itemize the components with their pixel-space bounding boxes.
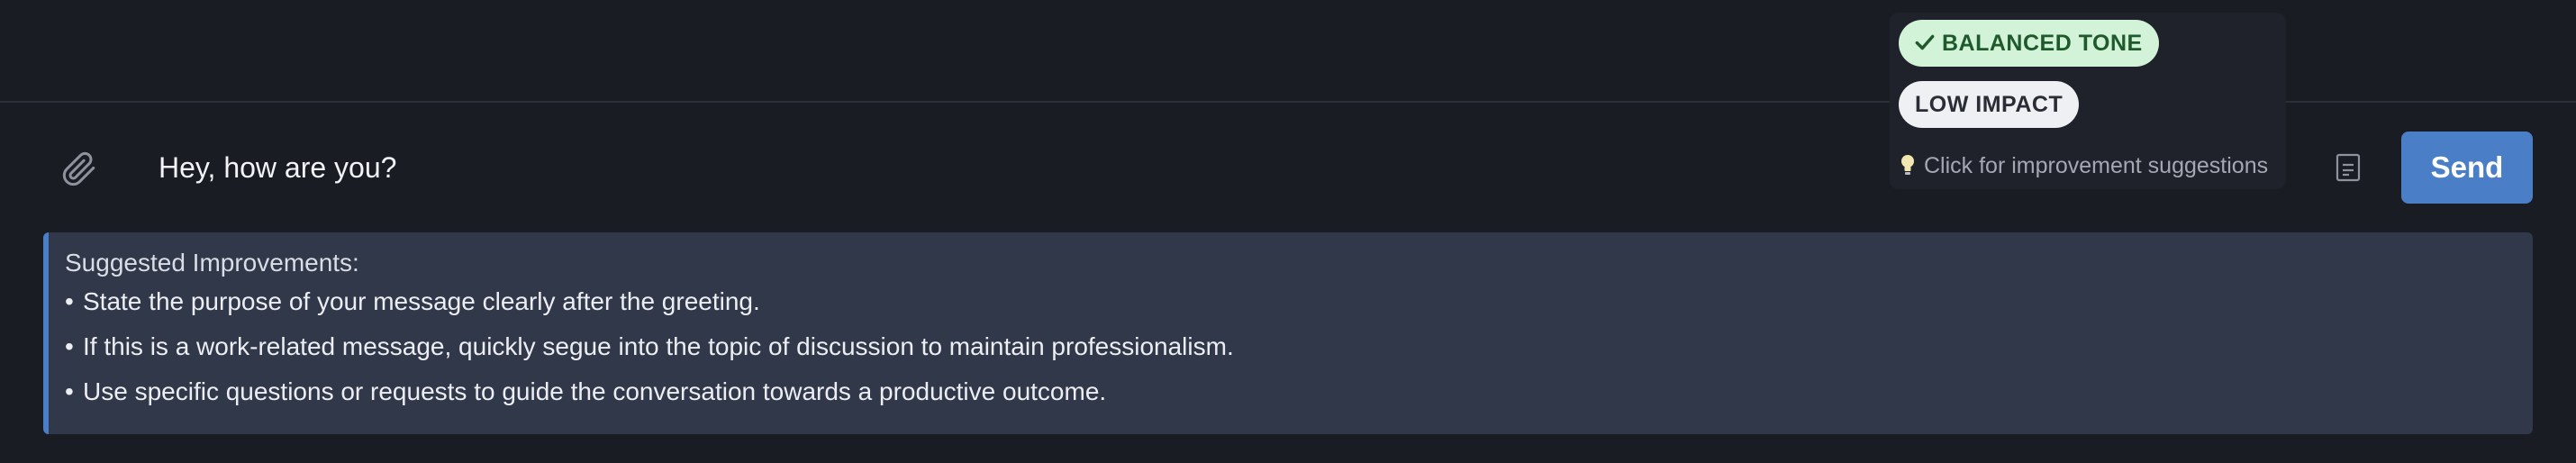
document-icon[interactable]	[2335, 153, 2362, 182]
improvement-hint[interactable]: Click for improvement suggestions	[1899, 148, 2268, 184]
impact-badge: LOW IMPACT	[1899, 81, 2080, 128]
tone-badge-label: BALANCED TONE	[1942, 31, 2143, 56]
impact-badge-label: LOW IMPACT	[1915, 92, 2064, 117]
suggestion-text: If this is a work-related message, quick…	[83, 332, 1234, 360]
suggestion-text: State the purpose of your message clearl…	[83, 287, 760, 315]
paperclip-icon[interactable]	[61, 151, 97, 187]
tone-analysis-panel[interactable]: BALANCED TONE LOW IMPACT Click for impro…	[1890, 13, 2286, 189]
suggestion-item: • State the purpose of your message clear…	[65, 287, 760, 315]
suggestion-item: • Use specific questions or requests to g…	[65, 377, 1107, 405]
message-input[interactable]: Hey, how are you?	[159, 144, 1780, 191]
improvement-hint-label: Click for improvement suggestions	[1924, 153, 2269, 178]
tone-badge: BALANCED TONE	[1899, 20, 2159, 67]
suggestions-title: Suggested Improvements:	[65, 249, 359, 277]
send-button[interactable]: Send	[2401, 132, 2533, 204]
suggestion-text: Use specific questions or requests to gu…	[83, 377, 1107, 405]
suggestion-item: • If this is a work-related message, quic…	[65, 332, 1234, 360]
suggestions-panel: Suggested Improvements: • State the purpo…	[43, 232, 2533, 434]
lightbulb-icon	[1901, 155, 1914, 176]
check-icon	[1915, 35, 1935, 50]
